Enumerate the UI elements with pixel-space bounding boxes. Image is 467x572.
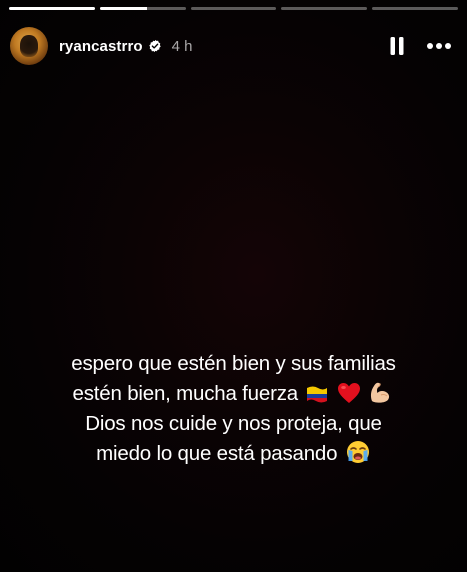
story-caption: espero que estén bien y sus familias est… — [0, 349, 467, 469]
more-options-button[interactable] — [425, 34, 453, 58]
progress-segment — [372, 7, 458, 10]
caption-line-2: estén bien, mucha fuerza — [0, 379, 467, 409]
story-progress-bar — [9, 7, 458, 10]
progress-segment — [9, 7, 95, 10]
flexed-biceps-icon — [371, 382, 390, 403]
caption-line-4: miedo lo que está pasando — [0, 439, 467, 469]
caption-line-2-text: estén bien, mucha fuerza — [72, 382, 299, 405]
caption-line-4-text: miedo lo que está pasando — [96, 442, 338, 465]
pause-button[interactable] — [385, 34, 409, 58]
colombia-flag-icon — [307, 386, 328, 403]
story-header: ryancastrro 4 h — [10, 26, 457, 66]
red-heart-icon — [337, 383, 360, 403]
progress-segment — [99, 7, 186, 10]
post-time: 4 h — [171, 37, 193, 55]
username[interactable]: ryancastrro — [59, 38, 143, 55]
loudly-crying-face-icon — [346, 441, 369, 463]
pause-icon — [390, 37, 404, 55]
progress-fill — [9, 7, 95, 10]
progress-fill — [99, 7, 147, 10]
avatar[interactable] — [10, 27, 48, 65]
caption-line-1: espero que estén bien y sus familias — [71, 352, 396, 375]
progress-segment — [281, 7, 368, 10]
progress-segment — [190, 7, 277, 10]
more-options-icon — [427, 43, 451, 49]
caption-line-3: Dios nos cuide y nos proteja, que — [85, 412, 382, 435]
verified-badge-icon — [148, 39, 161, 53]
story-viewer[interactable]: ryancastrro 4 h espero que estén bien y … — [0, 0, 467, 572]
